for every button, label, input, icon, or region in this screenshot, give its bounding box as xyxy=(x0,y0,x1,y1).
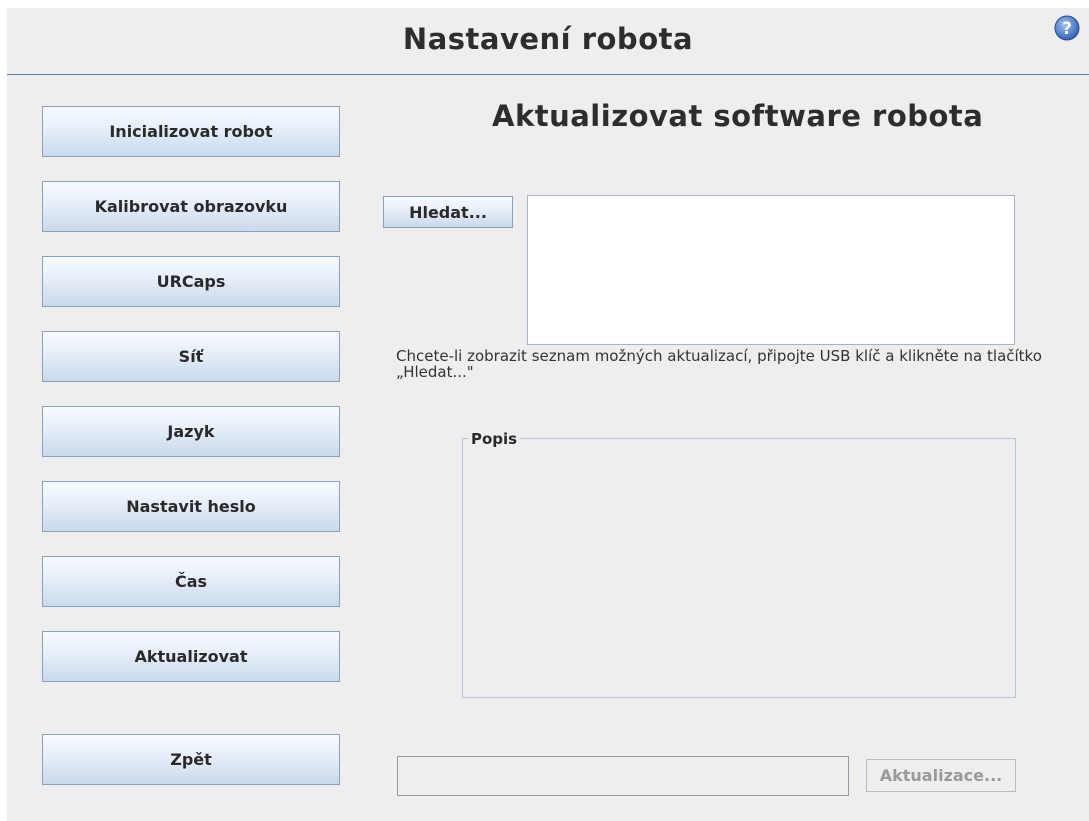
sidebar-item-label: Čas xyxy=(174,572,208,591)
browse-button[interactable]: Hledat... xyxy=(383,196,513,228)
svg-text:?: ? xyxy=(1062,19,1072,39)
sidebar-item-language[interactable]: Jazyk xyxy=(42,406,340,457)
sidebar-item-network[interactable]: Síť xyxy=(42,331,340,382)
section-title: Aktualizovat software robota xyxy=(492,99,984,133)
sidebar-item-label: Jazyk xyxy=(167,422,215,441)
description-label: Popis xyxy=(468,430,521,448)
sidebar-item-label: Inicializovat robot xyxy=(109,122,273,141)
help-icon[interactable]: ? xyxy=(1054,15,1080,41)
sidebar-item-label: Síť xyxy=(178,347,204,366)
sidebar-item-time[interactable]: Čas xyxy=(42,556,340,607)
hint-text: Chcete-li zobrazit seznam možných aktual… xyxy=(396,347,1042,381)
sidebar-item-label: Nastavit heslo xyxy=(126,497,256,516)
header: Nastavení robota ? xyxy=(7,8,1089,75)
sidebar-item-label: Aktualizovat xyxy=(134,647,248,666)
update-button[interactable]: Aktualizace... xyxy=(866,759,1016,792)
description-panel: Popis xyxy=(462,430,1016,698)
back-button[interactable]: Zpět xyxy=(42,734,340,785)
sidebar-item-set-password[interactable]: Nastavit heslo xyxy=(42,481,340,532)
back-button-label: Zpět xyxy=(170,750,212,769)
update-list[interactable] xyxy=(527,195,1015,345)
sidebar-item-initialize-robot[interactable]: Inicializovat robot xyxy=(42,106,340,157)
sidebar-item-label: Kalibrovat obrazovku xyxy=(94,197,288,216)
sidebar-item-urcaps[interactable]: URCaps xyxy=(42,256,340,307)
browse-button-label: Hledat... xyxy=(409,202,487,222)
sidebar-item-calibrate-screen[interactable]: Kalibrovat obrazovku xyxy=(42,181,340,232)
update-button-label: Aktualizace... xyxy=(879,766,1003,785)
progress-field xyxy=(397,756,849,796)
sidebar-item-update[interactable]: Aktualizovat xyxy=(42,631,340,682)
sidebar-item-label: URCaps xyxy=(156,272,226,291)
settings-window: Nastavení robota ? Inicializovat robot K… xyxy=(7,8,1089,821)
page-title: Nastavení robota xyxy=(402,22,694,56)
